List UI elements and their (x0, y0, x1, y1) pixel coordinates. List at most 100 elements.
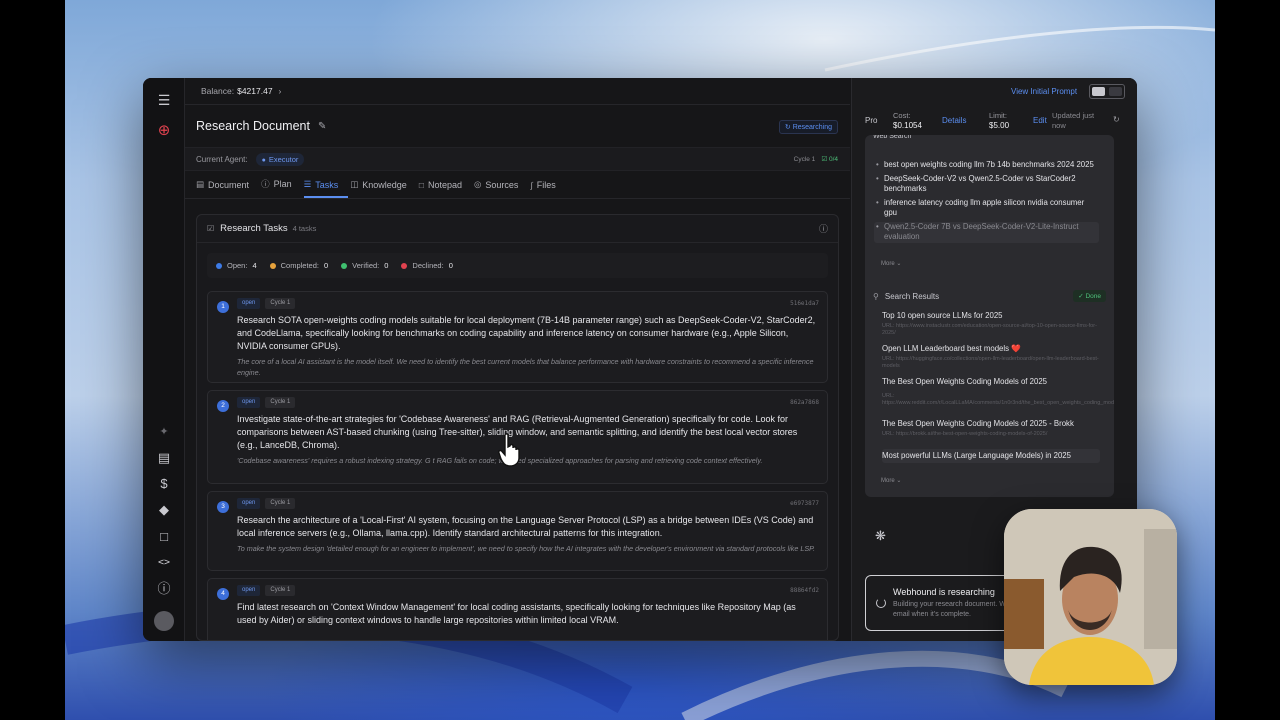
query-item: best open weights coding llm 7b 14b benc… (874, 160, 1099, 171)
cycle-tag: Cycle 1 (265, 397, 296, 408)
layout-toggle[interactable] (1089, 84, 1125, 99)
notepad-icon: □ (418, 180, 424, 190)
document-icon: ▤ (196, 179, 205, 189)
chevron-right-icon[interactable]: › (279, 86, 282, 96)
search-results-header: ⚲ Search Results ✓ Done (873, 287, 1106, 305)
task-rationale: 'Codebase awareness' requires a robust i… (237, 456, 763, 465)
tab-sources[interactable]: ◎ Sources (474, 179, 528, 198)
web-search-label: Web Search (873, 135, 912, 140)
status-tag: open (237, 298, 261, 309)
limit-info: Limit: $5.00 (989, 111, 1010, 130)
tasks-icon: ☰ (303, 179, 312, 189)
code-icon[interactable]: <> (156, 555, 172, 571)
documents-icon[interactable]: ▤ (156, 450, 172, 466)
new-research-icon[interactable]: ⊕ (156, 123, 172, 139)
status-tag: open (237, 498, 261, 509)
count-verified[interactable]: Verified: 0 (341, 261, 388, 270)
query-item: inference latency coding llm apple silic… (874, 198, 1099, 219)
checklist-icon: ☑ (207, 224, 215, 233)
edit-icon[interactable]: ✎ (318, 121, 326, 132)
main-panel: Balance: $4217.47 › Research Document ✎ … (185, 78, 850, 641)
task-card[interactable]: 3 open Cycle 1 e6973877 Research the arch… (207, 491, 828, 571)
task-description: Investigate state-of-the-art strategies … (237, 414, 798, 450)
task-rationale: The core of a local AI assistant is the … (237, 357, 814, 377)
tab-bar: ▤ Document ⓘ Plan ☰ Tasks ◫ Knowledge □ Notep… (185, 171, 850, 199)
progress-count: ☑ 0/4 (821, 156, 838, 163)
updated-text: Updated just now (1052, 111, 1095, 130)
task-hash: 862a7868 (790, 399, 819, 406)
search-result[interactable]: Most powerful LLMs (Large Language Model… (882, 449, 1100, 463)
webhound-logo-icon: ❋ (875, 528, 886, 543)
tab-notepad[interactable]: □ Notepad (419, 180, 472, 198)
search-result[interactable]: Top 10 open source LLMs for 2025 URL: htt… (882, 311, 1100, 337)
webcam-overlay (1004, 509, 1177, 685)
tasks-header: ☑ Research Tasks 4 tasks ⓘ (197, 215, 838, 243)
tab-knowledge[interactable]: ◫ Knowledge (350, 179, 417, 198)
tag-icon[interactable]: ◆ (156, 502, 172, 518)
hand-cursor-icon (498, 433, 520, 467)
document-header: Research Document ✎ ↻ Researching (185, 105, 850, 147)
search-icon: ⚲ (873, 291, 879, 301)
balance-bar: Balance: $4217.47 › (185, 78, 850, 105)
dollar-icon[interactable]: $ (156, 476, 172, 492)
count-completed[interactable]: Completed: 0 (269, 261, 328, 270)
paperclip-icon: ∫ (530, 180, 533, 190)
more-toggle[interactable]: More ⌄ (881, 260, 901, 267)
task-number: 1 (217, 301, 229, 313)
task-number: 2 (217, 400, 229, 412)
tasks-title: Research Tasks (220, 223, 288, 234)
task-hash: 516e1da7 (790, 300, 819, 307)
status-tag: open (237, 397, 261, 408)
menu-icon[interactable]: ☰ (156, 92, 172, 108)
cycle-indicator: Cycle 1 ☑ 0/4 (793, 156, 838, 163)
search-result[interactable]: Open LLM Leaderboard best models ❤️ URL: … (882, 344, 1100, 370)
status-badge: ↻ Researching (778, 120, 838, 134)
search-result[interactable]: The Best Open Weights Coding Models of 2… (882, 377, 1114, 407)
task-hash: e6973877 (790, 500, 819, 507)
count-open[interactable]: Open: 4 (216, 261, 257, 270)
agent-badge: Executor (255, 152, 305, 166)
tab-tasks[interactable]: ☰ Tasks (303, 179, 349, 198)
cycle-tag: Cycle 1 (265, 298, 296, 309)
task-number: 3 (217, 501, 229, 513)
edit-limit-link[interactable]: Edit (1033, 116, 1047, 126)
cycle-tag: Cycle 1 (265, 585, 296, 596)
task-card[interactable]: 4 open Cycle 1 88864fd2 Find latest resea… (207, 578, 828, 640)
cost-info: Cost: $0.1054 (893, 111, 922, 130)
count-declined[interactable]: Declined: 0 (401, 261, 453, 270)
spinner-icon (876, 598, 886, 608)
query-item: Qwen2.5-Coder 7B vs DeepSeek-Coder-V2-Li… (874, 221, 1099, 243)
task-description: Find latest research on 'Context Window … (237, 602, 796, 625)
help-icon[interactable]: ⓘ (156, 581, 172, 597)
task-hash: 88864fd2 (790, 587, 819, 594)
agent-label: Current Agent: (196, 154, 248, 164)
task-rationale: To make the system design 'detailed enou… (237, 544, 815, 553)
cycle-tag: Cycle 1 (265, 498, 296, 509)
agent-row: Current Agent: Executor Cycle 1☑ 0/4 (185, 147, 850, 171)
tab-document[interactable]: ▤ Document (196, 179, 259, 198)
refresh-icon[interactable]: ↻ (1113, 115, 1120, 125)
tasks-count: 4 tasks (292, 224, 317, 233)
book-icon[interactable]: □ (156, 529, 172, 545)
task-description: Research the architecture of a 'Local-Fi… (237, 515, 814, 538)
globe-icon: ◎ (473, 179, 482, 189)
query-item: DeepSeek-Coder-V2 vs Qwen2.5-Coder vs St… (874, 174, 1099, 195)
tab-plan[interactable]: ⓘ Plan (261, 178, 302, 198)
web-search-card: Web Search best open weights coding llm … (865, 135, 1114, 497)
tab-files[interactable]: ∫ Files (530, 180, 565, 198)
balance-label: Balance: (201, 86, 235, 96)
pin-icon[interactable]: ✦ (156, 424, 172, 440)
done-badge: ✓ Done (1073, 290, 1106, 302)
more-toggle[interactable]: More ⌄ (881, 477, 901, 484)
query-list: best open weights coding llm 7b 14b benc… (874, 157, 1099, 243)
task-card[interactable]: 1 open Cycle 1 516e1da7 Research SOTA ope… (207, 291, 828, 383)
page-title: Research Document (196, 119, 310, 133)
help-icon[interactable]: ⓘ (819, 222, 828, 235)
search-result[interactable]: The Best Open Weights Coding Models of 2… (882, 419, 1100, 438)
letterbox-left (0, 0, 65, 720)
details-link[interactable]: Details (942, 116, 966, 126)
view-initial-prompt-link[interactable]: View Initial Prompt (1011, 87, 1077, 96)
avatar[interactable] (154, 611, 174, 631)
status-tag: open (237, 585, 261, 596)
research-status-toast: Webhound is researching Building your re… (865, 575, 1025, 631)
